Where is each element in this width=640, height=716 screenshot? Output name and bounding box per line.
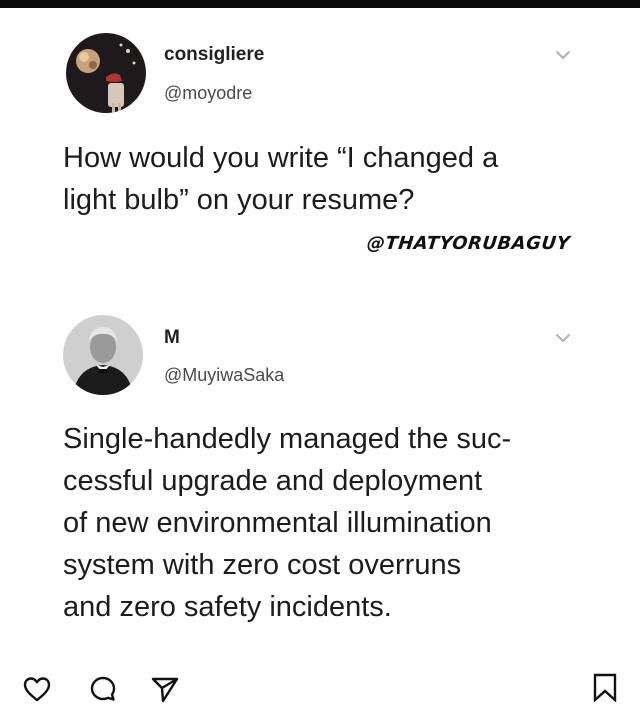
avatar[interactable]	[63, 315, 143, 395]
paper-plane-icon[interactable]	[150, 674, 180, 704]
tweet-text-line: How would you write “I changed a	[63, 142, 499, 174]
user-handle[interactable]: @MuyiwaSaka	[164, 365, 284, 386]
display-name[interactable]: M	[164, 327, 180, 349]
tweet-text-line: cessful upgrade and deployment	[63, 465, 483, 497]
watermark: @THATYORUBAGUY	[365, 233, 572, 254]
tweet-text-line: and zero safety incidents.	[63, 591, 392, 623]
bookmark-icon[interactable]	[590, 672, 620, 702]
tweet-text-line: light bulb” on your resume?	[63, 184, 415, 216]
tweet-text-line: Single-handedly managed the suc-	[63, 423, 512, 455]
comment-bubble-icon[interactable]	[88, 674, 118, 704]
top-border	[0, 0, 640, 8]
user-handle[interactable]: @moyodre	[164, 83, 252, 104]
tweet-text-line: of new environmental illumination	[63, 507, 492, 539]
tweet-text-line: system with zero cost overruns	[63, 549, 462, 581]
chevron-down-icon[interactable]	[555, 333, 571, 343]
display-name[interactable]: consigliere	[164, 44, 264, 66]
heart-icon[interactable]	[22, 674, 52, 704]
chevron-down-icon[interactable]	[555, 50, 571, 60]
tweet-text: How would you write “I changed a light b…	[63, 137, 498, 221]
tweet-text: Single-handedly managed the suc- cessful…	[63, 418, 511, 628]
avatar[interactable]	[66, 33, 146, 113]
